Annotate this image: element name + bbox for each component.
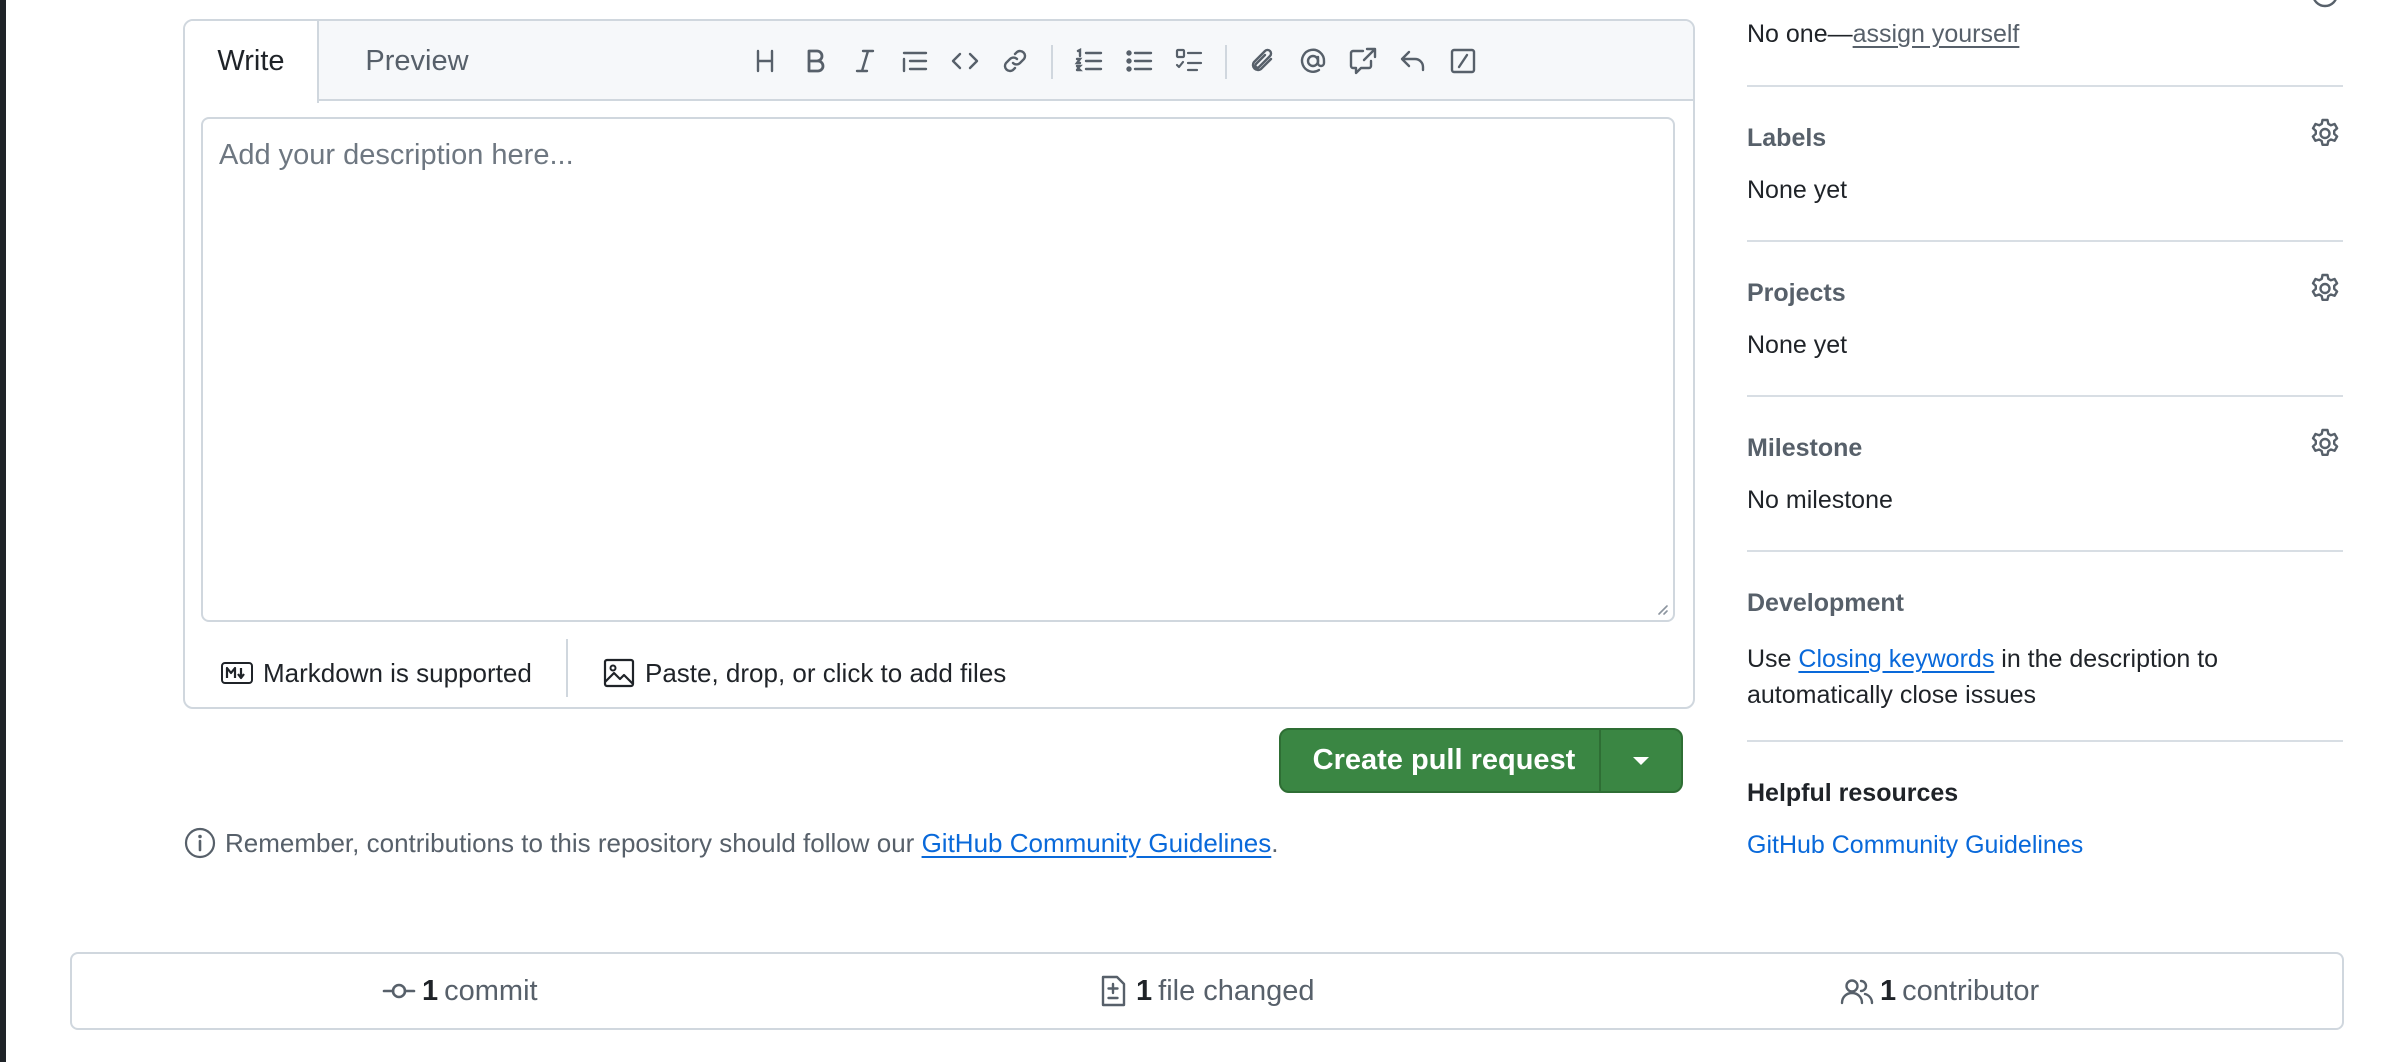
files-changed-stat[interactable]: 1 file changed [1096,954,1315,1028]
toolbar-divider [1051,45,1053,79]
commits-label: commit [444,974,538,1007]
projects-value: None yet [1747,331,1848,359]
sidebar-divider [1747,550,2343,552]
pr-stats-bar: 1 commit 1 file changed 1 contributor [70,952,2344,1030]
contributors-stat[interactable]: 1 contributor [1840,954,2039,1028]
create-pull-request-button[interactable]: Create pull request [1281,730,1599,791]
note-suffix: . [1271,827,1279,858]
attach-files-label: Paste, drop, or click to add files [645,657,1007,688]
markdown-supported[interactable]: Markdown is supported [221,651,532,695]
helpful-guidelines-link[interactable]: GitHub Community Guidelines [1747,831,2083,860]
markdown-label: Markdown is supported [263,657,532,688]
closing-keywords-link[interactable]: Closing keywords [1798,645,1994,673]
milestone-gear-icon[interactable] [2307,427,2343,463]
tab-write[interactable]: Write [185,21,319,103]
sidebar-divider [1747,740,2343,742]
tab-preview[interactable]: Preview [337,21,497,101]
reply-icon[interactable] [1391,39,1435,83]
description-editor: Write Preview Add your description here.… [183,19,1695,709]
triangle-down-icon [1633,756,1649,765]
sidebar-divider [1747,85,2343,87]
create-pr-dropdown-button[interactable] [1599,730,1681,791]
commits-stat[interactable]: 1 commit [382,954,538,1028]
unordered-list-icon[interactable] [1117,39,1161,83]
people-icon [1840,979,1874,1005]
community-guidelines-link[interactable]: GitHub Community Guidelines [922,828,1272,859]
assign-yourself-link[interactable]: assign yourself [1853,20,2020,48]
attach-icon[interactable] [1241,39,1285,83]
bold-icon[interactable] [793,39,837,83]
markdown-icon [221,662,253,684]
projects-gear-icon[interactable] [2307,272,2343,308]
commits-count: 1 [422,974,439,1007]
cross-reference-icon[interactable] [1341,39,1385,83]
labels-value: None yet [1747,176,1848,204]
ordered-list-icon[interactable] [1067,39,1111,83]
page: Write Preview Add your description here.… [0,0,2388,1062]
description-input[interactable] [203,119,1673,620]
sidebar: No one—assign yourself Labels None yet P… [1747,0,2343,880]
sidebar-divider [1747,395,2343,397]
heading-icon[interactable] [743,39,787,83]
mention-icon[interactable] [1291,39,1335,83]
contributors-label: contributor [1902,974,2040,1007]
code-icon[interactable] [943,39,987,83]
file-diff-icon [1101,975,1126,1007]
attach-files-button[interactable]: Paste, drop, or click to add files [603,651,1006,695]
assignees-none: No one— [1747,20,1853,48]
labels-heading[interactable]: Labels [1747,124,1826,153]
development-suffix: in the description to [1994,645,2219,673]
link-icon[interactable] [993,39,1037,83]
development-line2: automatically close issues [1747,681,2037,709]
toolbar-divider [1225,45,1227,79]
create-pull-request-button-group: Create pull request [1279,728,1683,793]
development-heading: Development [1747,589,1904,617]
italic-icon[interactable] [843,39,887,83]
assignees-value: No one—assign yourself [1747,20,2019,49]
contributors-count: 1 [1880,974,1897,1007]
files-label: file changed [1158,974,1315,1007]
editor-header: Write Preview [185,21,1693,103]
sidebar-divider [1747,240,2343,242]
projects-heading[interactable]: Projects [1747,279,1846,308]
note-text: Remember, contributions to this reposito… [225,827,922,858]
info-icon [184,827,216,859]
files-count: 1 [1136,974,1153,1007]
contribution-guidelines-note: Remember, contributions to this reposito… [183,823,1279,863]
milestone-value: No milestone [1747,486,1893,514]
assignees-gear-icon[interactable] [2307,0,2343,12]
footer-divider [566,639,568,697]
window-edge [0,0,6,1062]
helpful-resources-heading: Helpful resources [1747,779,1959,807]
slash-command-icon[interactable] [1441,39,1485,83]
quote-icon[interactable] [893,39,937,83]
image-icon [603,658,635,688]
development-prefix: Use [1747,645,1799,673]
milestone-heading[interactable]: Milestone [1747,434,1862,463]
git-commit-icon [382,983,416,999]
resize-handle-icon[interactable] [1653,600,1669,616]
task-list-icon[interactable] [1167,39,1211,83]
development-text: Use Closing keywords in the description … [1747,641,2218,713]
description-textarea-container [201,117,1675,622]
labels-gear-icon[interactable] [2307,117,2343,153]
